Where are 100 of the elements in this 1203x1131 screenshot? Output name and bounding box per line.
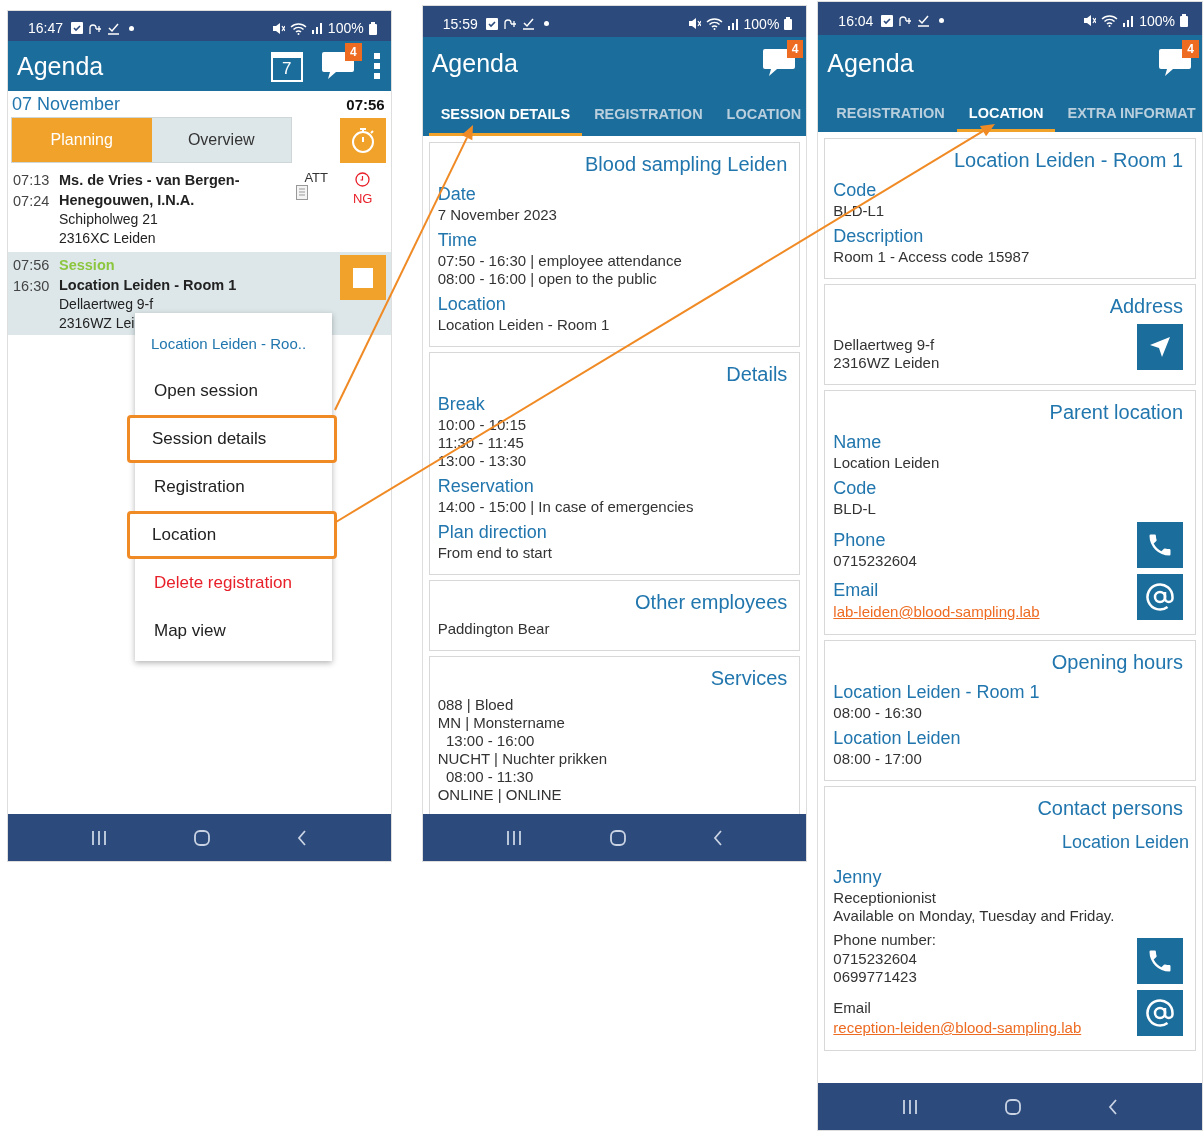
card-title: Details xyxy=(726,363,788,386)
date-heading: 07 November xyxy=(12,93,121,115)
menu-item[interactable]: Session details xyxy=(127,415,337,463)
field-label: Email xyxy=(833,998,871,1018)
signal-icon xyxy=(1123,14,1135,27)
tab[interactable]: REGISTRATION xyxy=(824,91,957,132)
back-icon xyxy=(1108,1098,1119,1115)
mute-icon xyxy=(687,17,701,30)
more-button[interactable] xyxy=(372,53,381,79)
signal-icon xyxy=(727,17,739,30)
field-value: Dellaertweg 9-f xyxy=(833,336,935,354)
battery-level: 100% xyxy=(743,15,780,32)
menu-item[interactable]: Map view xyxy=(135,607,332,655)
download-done-icon xyxy=(107,21,121,35)
field-label: Phone number: xyxy=(833,930,936,950)
more-icon xyxy=(372,53,381,79)
dot-icon xyxy=(939,18,945,23)
app-title: Agenda xyxy=(431,48,519,78)
appointment-title: Ms. de Vries - van Bergen-Henegouwen, I.N.A. xyxy=(59,171,241,210)
navigate-button[interactable] xyxy=(1137,324,1183,370)
card-title: Services xyxy=(710,667,788,690)
card-title: Location Leiden - Room 1 xyxy=(953,149,1183,172)
menu-item[interactable]: Open session xyxy=(135,367,332,415)
current-time: 07:56 xyxy=(346,95,385,113)
field-label: Reservation xyxy=(437,475,534,498)
address-line: 2316WZ Lei xyxy=(59,314,135,333)
view-tab[interactable]: Overview xyxy=(151,118,291,162)
tab[interactable]: REGISTRATION xyxy=(582,89,715,136)
field-label: Code xyxy=(833,179,877,202)
battery-level: 100% xyxy=(327,20,364,36)
card-title: Parent location xyxy=(1049,401,1183,424)
field-value: 0699771423 xyxy=(833,968,917,986)
start-time: 07:56 xyxy=(13,256,51,275)
email-button[interactable] xyxy=(1137,990,1183,1036)
field-value: 07:50 - 16:30 | employee attendance xyxy=(437,252,682,270)
field-value: Available on Monday, Tuesday and Friday. xyxy=(833,907,1115,925)
start-time: 07:13 xyxy=(13,171,51,190)
field-value: 0715232604 xyxy=(833,552,917,570)
field-value: Room 1 - Access code 15987 xyxy=(833,248,1030,266)
battery-icon xyxy=(1180,14,1188,27)
address-line: Schipholweg 21 xyxy=(59,210,158,229)
field-value: 08:00 - 17:00 xyxy=(833,750,922,768)
field-label: Description xyxy=(833,225,924,248)
field-value: 13:00 - 16:00 xyxy=(445,732,535,750)
field-label: Location Leiden xyxy=(833,727,961,750)
field-value: 088 | Bloed xyxy=(437,696,514,714)
calendar-button[interactable]: 7 xyxy=(270,52,303,82)
field-value: 14:00 - 15:00 | In case of emergencies xyxy=(437,498,694,516)
home-icon xyxy=(194,829,211,846)
field-value: Location Leiden - Room 1 xyxy=(437,316,610,334)
email-button[interactable] xyxy=(1137,574,1183,620)
card-title: Other employees xyxy=(635,591,788,614)
dot-icon xyxy=(543,21,549,26)
at-sign-icon xyxy=(1145,582,1175,612)
mute-icon xyxy=(271,21,285,35)
field-label: Break xyxy=(437,393,485,416)
end-time: 07:24 xyxy=(13,192,51,211)
status-tag: ATT xyxy=(304,170,328,185)
call-button[interactable] xyxy=(1137,522,1183,568)
field-label: Date xyxy=(437,183,476,206)
tab[interactable]: LOCATION xyxy=(714,89,807,136)
signal-icon xyxy=(311,22,323,34)
session-label: Session xyxy=(59,256,115,275)
field-value: 0715232604 xyxy=(833,950,917,968)
menu-item[interactable]: Delete registration xyxy=(135,559,332,607)
battery-level: 100% xyxy=(1139,12,1175,29)
field-label: Location xyxy=(437,293,506,316)
stop-icon xyxy=(352,267,373,288)
download-done-icon xyxy=(917,14,931,27)
wifi-icon xyxy=(289,21,307,35)
download-done-icon xyxy=(521,17,535,30)
recent-apps-icon xyxy=(91,830,108,845)
menu-item[interactable]: Location xyxy=(127,511,337,559)
status-time: 15:59 xyxy=(442,15,478,32)
home-icon xyxy=(609,829,626,846)
status-code: NG xyxy=(352,191,373,206)
field-label: Plan direction xyxy=(437,521,547,544)
email-link[interactable]: lab-leiden@blood-sampling.lab xyxy=(833,602,1040,622)
call-button[interactable] xyxy=(1137,938,1183,984)
menu-item[interactable]: Registration xyxy=(135,463,332,511)
wifi-icon xyxy=(705,17,723,30)
document-icon xyxy=(296,185,308,200)
recent-apps-icon xyxy=(506,830,523,845)
notification-badge: 4 xyxy=(1182,40,1199,58)
field-value: 2316WZ Leiden xyxy=(833,354,940,372)
mute-icon xyxy=(1083,14,1097,27)
checkbox-icon xyxy=(881,14,894,27)
field-value: 08:00 - 11:30 xyxy=(445,768,534,786)
tab[interactable]: EXTRA INFORMAT xyxy=(1055,91,1202,132)
status-time: 16:47 xyxy=(28,20,64,36)
navigation-arrow-icon xyxy=(1148,335,1172,359)
address-line: Dellaertweg 9-f xyxy=(59,295,154,314)
battery-icon xyxy=(784,17,793,30)
at-sign-icon xyxy=(1145,998,1175,1028)
dot-icon xyxy=(129,25,135,31)
menu-header: Location Leiden - Roo.. xyxy=(150,333,308,354)
field-value: Paddington Bear xyxy=(437,620,550,638)
card-title: Address xyxy=(1109,295,1183,318)
email-link[interactable]: reception-leiden@blood-sampling.lab xyxy=(833,1018,1082,1038)
back-icon xyxy=(297,829,308,846)
